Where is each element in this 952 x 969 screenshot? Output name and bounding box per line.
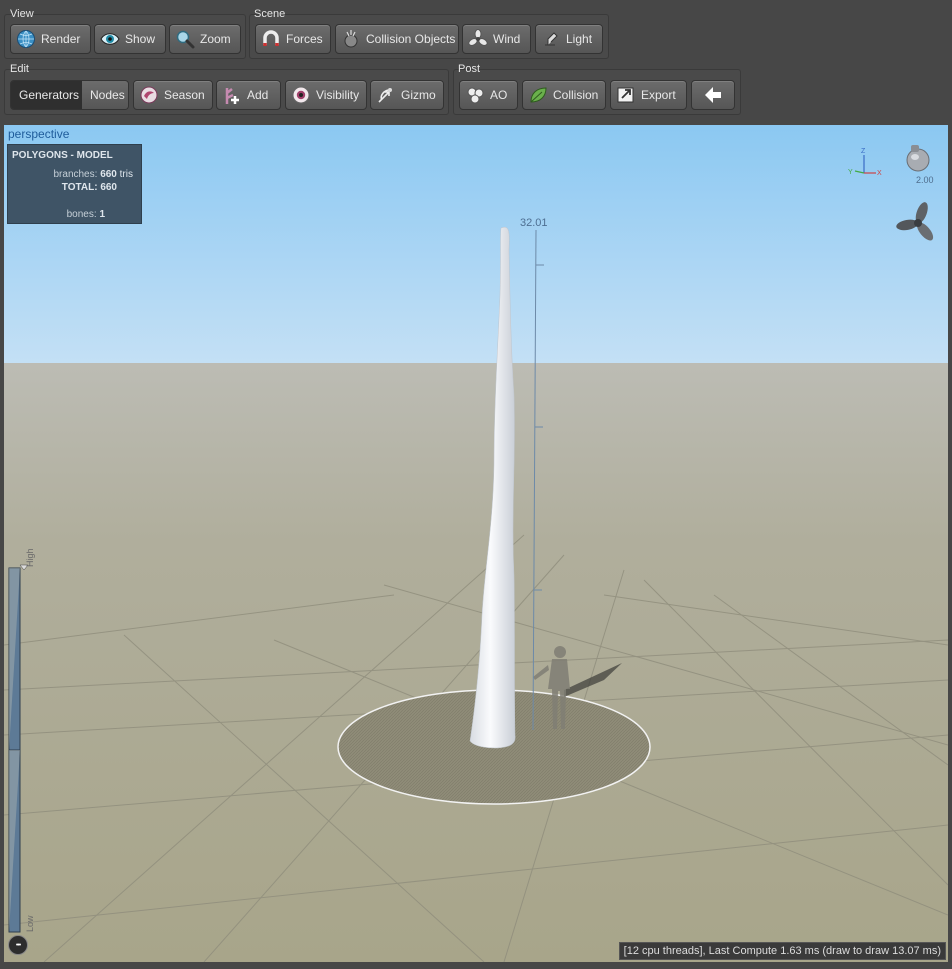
gizmo-icon <box>375 84 397 106</box>
export-label: Export <box>641 88 676 102</box>
bones-stat: bones: 1 <box>67 209 105 220</box>
polygon-stats-panel: POLYGONS - MODEL branches: 660 tris TOTA… <box>7 144 142 224</box>
generators-tab[interactable]: Generators <box>11 81 82 109</box>
height-readout: 32.01 <box>520 217 548 229</box>
more-dots-icon: ••• <box>15 941 21 949</box>
export-button[interactable]: Export <box>610 80 687 110</box>
render-label: Render <box>41 32 81 46</box>
season-button[interactable]: Season <box>133 80 213 110</box>
svg-text:X: X <box>877 170 882 177</box>
season-icon <box>138 84 160 106</box>
svg-text:Y: Y <box>848 169 853 176</box>
light-intensity-value: 2.00 <box>916 175 934 185</box>
nodes-tab[interactable]: Nodes <box>82 81 128 109</box>
light-button[interactable]: Light <box>535 24 603 54</box>
lod-high-label: High <box>25 548 35 567</box>
camera-label[interactable]: perspective <box>8 127 69 141</box>
eye-icon <box>99 28 121 50</box>
show-button[interactable]: Show <box>94 24 166 54</box>
branches-unit: tris <box>119 169 133 180</box>
more-options-button[interactable]: ••• <box>8 935 28 955</box>
sky <box>4 125 948 365</box>
zoom-label: Zoom <box>200 32 231 46</box>
gizmo-label: Gizmo <box>401 88 436 102</box>
branches-label: branches: <box>53 169 98 180</box>
gizmo-button[interactable]: Gizmo <box>370 80 444 110</box>
fan-icon <box>467 28 489 50</box>
view-group-label: View <box>10 8 34 20</box>
ao-icon <box>464 84 486 106</box>
render-button[interactable]: Render <box>10 24 91 54</box>
light-label: Light <box>566 32 593 46</box>
total-value: 660 <box>100 182 117 193</box>
eyeball-icon <box>290 84 312 106</box>
edit-group-label: Edit <box>10 63 29 75</box>
magnifier-icon <box>174 28 196 50</box>
collision-objects-button[interactable]: Collision Objects <box>335 24 459 54</box>
collision-button[interactable]: Collision <box>522 80 606 110</box>
magnet-icon <box>260 28 282 50</box>
arrow-left-icon <box>702 84 724 106</box>
bones-label: bones: <box>66 209 97 220</box>
add-button[interactable]: Add <box>216 80 281 110</box>
lod-low-label: Low <box>25 915 35 932</box>
collision-objects-label: Collision Objects <box>366 32 456 46</box>
scene-canvas: Z X Y <box>4 125 948 962</box>
forces-button[interactable]: Forces <box>255 24 331 54</box>
total-label: TOTAL: <box>61 182 98 193</box>
generators-nodes-toggle: Generators Nodes <box>10 80 129 110</box>
visibility-button[interactable]: Visibility <box>285 80 367 110</box>
add-branch-icon <box>221 84 243 106</box>
ao-label: AO <box>490 88 508 102</box>
add-label: Add <box>247 88 269 102</box>
main-toolbar: View Render Show Zoom Scene Forces Colli… <box>0 0 952 125</box>
wind-label: Wind <box>493 32 521 46</box>
scene-group-label: Scene <box>254 8 286 20</box>
back-arrow-button[interactable] <box>691 80 735 110</box>
status-bar: [12 cpu threads], Last Compute 1.63 ms (… <box>618 942 946 960</box>
collision-label: Collision <box>553 88 599 102</box>
wind-button[interactable]: Wind <box>462 24 531 54</box>
season-label: Season <box>164 88 205 102</box>
stats-title: POLYGONS - MODEL <box>12 150 113 161</box>
show-label: Show <box>125 32 156 46</box>
forces-label: Forces <box>286 32 323 46</box>
bones-value: 1 <box>99 209 105 220</box>
collision-objects-icon <box>340 28 362 50</box>
branches-stat: branches: 660 tris <box>53 169 133 180</box>
3d-viewport[interactable]: Z X Y perspective POLYGONS - MODEL branc… <box>4 125 948 962</box>
total-stat: TOTAL: 660 <box>62 182 117 193</box>
globe-icon <box>15 28 37 50</box>
svg-text:Z: Z <box>861 148 866 155</box>
leaf-icon <box>527 84 549 106</box>
export-icon <box>615 84 637 106</box>
ao-button[interactable]: AO <box>459 80 518 110</box>
spotlight-icon <box>540 28 562 50</box>
post-group-label: Post <box>458 63 481 75</box>
branches-value: 660 <box>100 169 117 180</box>
zoom-button[interactable]: Zoom <box>169 24 241 54</box>
visibility-label: Visibility <box>316 88 360 102</box>
